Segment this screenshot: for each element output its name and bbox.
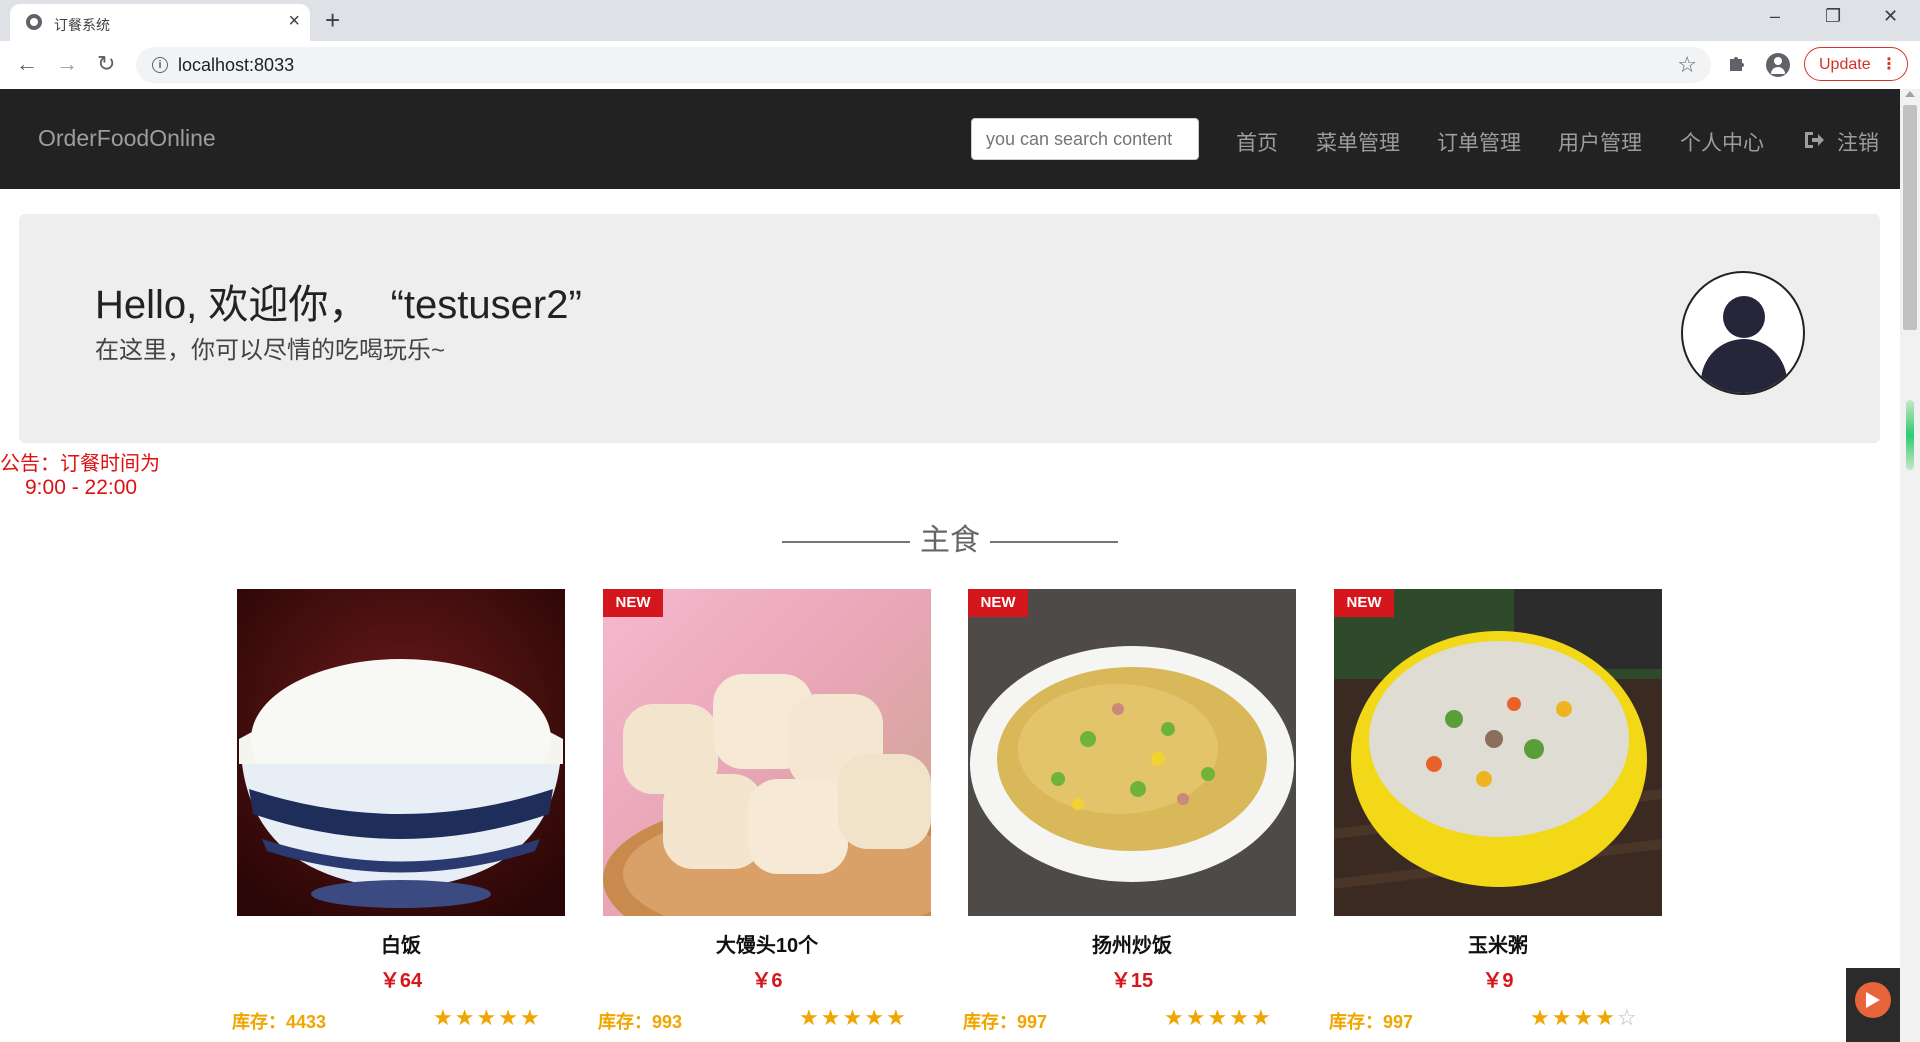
section-title: 主食: [920, 524, 980, 557]
star-icon: ★: [1185, 1005, 1208, 1030]
star-icon: ★: [799, 1005, 821, 1030]
star-icon: ★: [1250, 1005, 1273, 1030]
star-icon: ★: [1595, 1005, 1617, 1030]
browser-tabbar: 订餐系统 × + – ❐ ✕: [0, 0, 1920, 41]
new-badge: NEW: [968, 589, 1028, 617]
product-rating: ★★★★☆: [1530, 1005, 1639, 1031]
new-tab-button[interactable]: +: [325, 5, 340, 35]
section-divider-right: [990, 541, 1118, 544]
new-badge: NEW: [603, 589, 663, 617]
star-icon: ★: [885, 1005, 908, 1030]
nav-order-management[interactable]: 订单管理: [1437, 127, 1521, 157]
tab-close-icon[interactable]: ×: [288, 10, 300, 32]
url-text[interactable]: localhost:8033: [178, 55, 294, 76]
site-info-icon[interactable]: i: [152, 57, 168, 73]
product-image-rice[interactable]: [237, 589, 565, 916]
address-bar[interactable]: i localhost:8033 ☆: [136, 47, 1711, 83]
product-name[interactable]: 扬州炒饭: [968, 929, 1296, 958]
welcome-jumbotron: Hello, 欢迎你， “testuser2” 在这里，你可以尽情的吃喝玩乐~: [19, 214, 1880, 443]
product-rating: ★★★★★: [433, 1005, 542, 1031]
star-icon: ★: [519, 1005, 542, 1030]
bookmark-star-icon[interactable]: ☆: [1677, 52, 1697, 78]
side-indicator: [1906, 400, 1914, 470]
globe-icon: [26, 14, 42, 30]
star-icon: ★: [820, 1005, 843, 1030]
star-icon: ★: [864, 1005, 886, 1030]
product-price: ￥64: [379, 970, 423, 992]
greeting-subtitle: 在这里，你可以尽情的吃喝玩乐~: [95, 337, 446, 364]
star-icon: ★: [433, 1005, 455, 1030]
section-divider-left: [782, 541, 910, 544]
scroll-up-icon[interactable]: [1905, 91, 1915, 97]
star-icon: ★: [454, 1005, 477, 1030]
product-image-fried-rice[interactable]: NEW: [968, 589, 1296, 916]
new-badge: NEW: [1334, 589, 1394, 617]
update-label: Update: [1819, 56, 1871, 73]
product-rating: ★★★★★: [799, 1005, 908, 1031]
floating-widget[interactable]: [1846, 968, 1900, 1042]
notice-line1: 公告：订餐时间为: [0, 453, 160, 475]
nav-personal-center[interactable]: 个人中心: [1680, 127, 1764, 157]
back-icon[interactable]: ←: [16, 51, 38, 77]
star-icon: ★: [498, 1005, 520, 1030]
restore-icon[interactable]: ❐: [1825, 6, 1841, 27]
star-icon: ★: [476, 1005, 499, 1030]
product-name[interactable]: 白饭: [237, 929, 565, 958]
product-name[interactable]: 玉米粥: [1334, 929, 1662, 958]
profile-icon[interactable]: [1766, 53, 1790, 77]
play-icon[interactable]: [1855, 982, 1891, 1018]
forward-icon[interactable]: →: [56, 51, 78, 77]
product-stock: 库存：997: [963, 1012, 1048, 1032]
star-icon: ★: [1207, 1005, 1230, 1030]
product-image-buns[interactable]: NEW: [603, 589, 931, 916]
product-stock: 库存：997: [1329, 1012, 1414, 1032]
product-price: ￥6: [751, 970, 783, 992]
notice-line2: 9:00 - 22:00: [25, 476, 138, 499]
browser-tab[interactable]: 订餐系统 ×: [10, 4, 310, 41]
product-rating: ★★★★★: [1164, 1005, 1273, 1031]
app-navbar: OrderFoodOnline 首页 菜单管理 订单管理 用户管理 个人中心 注…: [0, 89, 1900, 189]
nav-menu-management[interactable]: 菜单管理: [1316, 127, 1400, 157]
scroll-thumb[interactable]: [1903, 105, 1917, 330]
avatar[interactable]: [1681, 271, 1805, 395]
star-icon: ★: [1573, 1005, 1596, 1030]
update-button[interactable]: Update ⋮: [1804, 47, 1908, 81]
product-stock: 库存：993: [598, 1012, 683, 1032]
logout-icon[interactable]: [1803, 129, 1825, 151]
product-name[interactable]: 大馒头10个: [603, 929, 931, 958]
product-image-corn-porridge[interactable]: NEW: [1334, 589, 1662, 916]
brand-link[interactable]: OrderFoodOnline: [38, 125, 216, 152]
reload-icon[interactable]: ↻: [97, 51, 115, 77]
product-stock: 库存：4433: [232, 1012, 327, 1032]
greeting-text: Hello, 欢迎你， “testuser2”: [95, 283, 582, 327]
nav-home[interactable]: 首页: [1236, 127, 1278, 157]
tab-title: 订餐系统: [54, 17, 110, 33]
page-scrollbar[interactable]: [1900, 89, 1920, 1042]
nav-user-management[interactable]: 用户管理: [1558, 127, 1642, 157]
product-price: ￥15: [1110, 970, 1154, 992]
star-icon: ★: [842, 1005, 865, 1030]
nav-logout[interactable]: 注销: [1837, 127, 1879, 157]
minimize-icon[interactable]: –: [1770, 6, 1780, 27]
avatar-head: [1723, 296, 1765, 338]
star-empty-icon: ☆: [1616, 1005, 1639, 1030]
browser-toolbar: ← → ↻ i localhost:8033 ☆ Update ⋮: [0, 41, 1920, 90]
search-input[interactable]: [971, 118, 1199, 160]
star-icon: ★: [1229, 1005, 1251, 1030]
star-icon: ★: [1530, 1005, 1552, 1030]
menu-dots-icon[interactable]: ⋮: [1881, 48, 1897, 82]
section-header: 主食: [0, 515, 1900, 559]
star-icon: ★: [1164, 1005, 1186, 1030]
star-icon: ★: [1551, 1005, 1574, 1030]
avatar-body: [1701, 339, 1787, 393]
puzzle-icon[interactable]: [1727, 53, 1747, 79]
product-price: ￥9: [1482, 970, 1514, 992]
close-window-icon[interactable]: ✕: [1883, 6, 1898, 27]
